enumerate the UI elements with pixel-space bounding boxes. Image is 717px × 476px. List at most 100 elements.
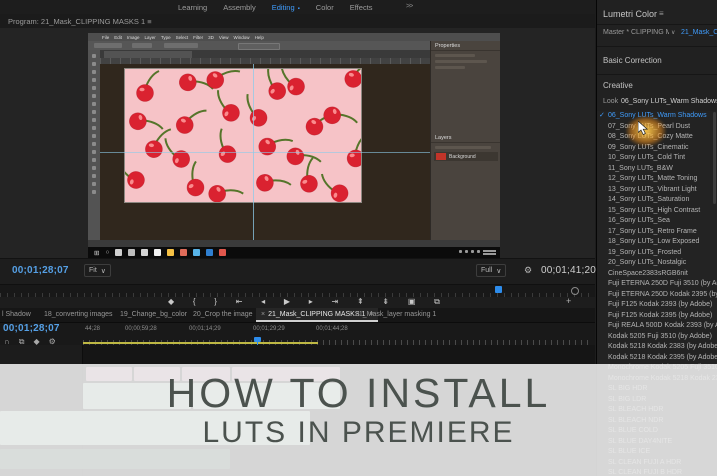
transport-button[interactable]: ◂ — [261, 296, 265, 308]
ps-menu-item: Filter — [193, 34, 204, 40]
section-creative[interactable]: Creative — [603, 81, 633, 90]
panel-menu-icon[interactable]: ≡ — [659, 9, 664, 18]
panel-menu-icon[interactable]: ≡ — [147, 17, 151, 26]
ps-menu-item: Type — [160, 34, 171, 40]
workspace-tab[interactable]: Editing ▪ — [272, 3, 300, 12]
lut-option[interactable]: ✓Kodak 5205 Fuji 3510 (by Adobe) — [597, 332, 717, 343]
timeline-tab[interactable]: ×20_Crop the image≡ — [193, 308, 253, 322]
transport-button[interactable]: ⇟ — [382, 296, 389, 308]
timeline-tab-label: 21_Mask_CLIPPING MASKS 1 — [268, 311, 366, 318]
section-basic-correction[interactable]: Basic Correction — [603, 56, 662, 65]
ps-guide-horizontal — [100, 152, 430, 153]
ps-document-tab-bar — [100, 50, 430, 58]
lut-option[interactable]: ✓Fuji REALA 500D Kodak 2393 (by Adobe) — [597, 321, 717, 332]
monitor-settings-icon[interactable]: ⚙ — [524, 265, 532, 276]
lut-option-label: Fuji ETERNA 250D Fuji 3510 (by Adobe) — [608, 280, 717, 287]
lut-option-label: Kodak 5218 Kodak 2395 (by Adobe) — [608, 353, 717, 361]
lut-option[interactable]: ✓17_Sony LUTs_Retro Frame — [597, 227, 717, 238]
zoom-level-dropdown[interactable]: Fit ∨ — [84, 264, 111, 277]
transport-button[interactable]: ⧉ — [434, 296, 440, 308]
lut-option[interactable]: ✓Fuji F125 Kodak 2395 (by Adobe) — [597, 311, 717, 322]
ps-layer-row: Background — [434, 152, 498, 161]
lut-option-label: 12_Sony LUTs_Matte Toning — [608, 175, 698, 182]
lut-option[interactable]: ✓19_Sony LUTs_Frosted — [597, 248, 717, 259]
ps-properties-panel: Properties — [430, 41, 500, 133]
lumetri-panel-title[interactable]: Lumetri Color — [603, 9, 657, 19]
scrubber-zoom-handle[interactable] — [571, 287, 579, 295]
lut-option[interactable]: ✓18_Sony LUTs_Low Exposed — [597, 237, 717, 248]
panel-badge-icon: ▪ — [297, 5, 300, 12]
lut-option[interactable]: ✓Kodak 5218 Kodak 2395 (by Adobe) — [597, 353, 717, 364]
lut-option[interactable]: ✓Fuji ETERNA 250D Fuji 3510 (by Adobe) — [597, 279, 717, 290]
ps-menu-item: Window — [233, 34, 250, 40]
button-editor-icon[interactable]: + — [566, 296, 571, 306]
ruler-timecode-label: 00;00;59;28 — [125, 326, 157, 332]
taskbar-app-icon — [115, 249, 123, 256]
lut-option[interactable]: ✓16_Sony LUTs_Sea — [597, 216, 717, 227]
timeline-tab[interactable]: ×18_converting images≡ — [44, 308, 113, 322]
lut-option[interactable]: ✓13_Sony LUTs_Vibrant Light — [597, 185, 717, 196]
lut-option-label: Kodak 5218 Kodak 2383 (by Adobe) — [608, 343, 717, 350]
ps-menu-item: 3D — [208, 34, 214, 40]
transport-button[interactable]: ▶ — [284, 296, 290, 308]
transport-controls: ◆ {} ⇤ ◂ ▶ ▸ ⇥ ⇞ ⇟ ▣ ⧉ — [168, 296, 440, 308]
workspace-tab-label: Editing — [271, 2, 295, 12]
transport-button[interactable]: ⇞ — [357, 296, 364, 308]
workspace-tab[interactable]: Color▪ — [316, 3, 334, 12]
lut-option[interactable]: ✓10_Sony LUTs_Cold Tint — [597, 153, 717, 164]
lumetri-clip-name[interactable]: 21_Mask_CLIPPING — [681, 29, 717, 36]
lut-option[interactable]: ✓Fuji F125 Kodak 2393 (by Adobe) — [597, 300, 717, 311]
timeline-tab[interactable]: ×l Shadow≡ — [2, 308, 31, 322]
transport-button[interactable]: ▸ — [309, 296, 313, 308]
lut-option-label: 14_Sony LUTs_Saturation — [608, 196, 690, 203]
timeline-timecode[interactable]: 00;01;28;07 — [3, 323, 60, 334]
program-monitor-tab[interactable]: Program: 21_Mask_CLIPPING MASKS 1 ≡ — [8, 17, 152, 26]
ps-menu-item: Layer — [144, 34, 156, 40]
lut-option[interactable]: ✓20_Sony LUTs_Nostalgic — [597, 258, 717, 269]
scrollbar-thumb[interactable] — [713, 112, 716, 204]
video-frame: File Edit Image Layer Type Select Filter 3D View… — [88, 33, 500, 258]
taskbar-app-icon — [180, 249, 188, 256]
ps-menu-item: File — [102, 34, 110, 40]
workspace-tab[interactable]: Learning▪ — [178, 3, 207, 12]
workspace-tab[interactable]: Assembly▪ — [223, 3, 256, 12]
transport-button[interactable]: } — [214, 296, 217, 308]
close-icon[interactable]: × — [261, 311, 265, 318]
lut-option-label: 15_Sony LUTs_High Contrast — [608, 206, 701, 214]
transport-button[interactable]: ◆ — [168, 296, 174, 308]
duration-timecode: 00;01;41;20 — [541, 265, 597, 276]
taskbar-app-icons — [115, 249, 227, 256]
lut-option-label: 16_Sony LUTs_Sea — [608, 217, 670, 224]
workspace-tabs: Learning▪ Assembly▪ Editing▪ Color▪ Effects▪ — [178, 0, 373, 14]
transport-button[interactable]: { — [193, 296, 196, 308]
program-monitor-tab-bar: Program: 21_Mask_CLIPPING MASKS 1 ≡ — [0, 14, 595, 29]
taskbar-app-icon — [206, 249, 214, 256]
banner-subtitle: LUTS IN PREMIERE — [202, 416, 515, 449]
ruler-timecode-label: 00;01;44;28 — [316, 326, 348, 332]
transport-button[interactable]: ⇥ — [332, 296, 339, 308]
transport-button[interactable]: ⇤ — [236, 296, 243, 308]
ps-layer-thumbnail — [436, 153, 446, 160]
work-area-bar[interactable] — [83, 342, 318, 344]
lut-option[interactable]: ✓Kodak 5218 Kodak 2383 (by Adobe) — [597, 342, 717, 353]
ps-document-tab — [104, 51, 192, 58]
workspace-tab[interactable]: Effects▪ — [350, 3, 373, 12]
program-monitor-tab-label: Program: 21_Mask_CLIPPING MASKS 1 — [8, 17, 146, 26]
lut-option[interactable]: ✓12_Sony LUTs_Matte Toning — [597, 174, 717, 185]
lut-option[interactable]: ✓CineSpace2383sRGB6nit — [597, 269, 717, 280]
search-icon: ○ — [105, 249, 110, 256]
transport-button[interactable]: ▣ — [408, 296, 416, 308]
lut-option[interactable]: ✓Fuji ETERNA 250D Kodak 2395 (by Adobe) — [597, 290, 717, 301]
lut-option[interactable]: ✓15_Sony LUTs_High Contrast — [597, 206, 717, 217]
lut-option[interactable]: ✓11_Sony LUTs_B&W — [597, 164, 717, 175]
chevron-down-icon[interactable]: ∨ — [671, 29, 675, 36]
playback-resolution-dropdown[interactable]: Full ∨ — [476, 264, 507, 277]
timeline-tab[interactable]: ×21_Mask_layer masking 1≡ — [355, 308, 436, 322]
look-dropdown[interactable]: Look 06_Sony LUTs_Warm Shadows — [597, 96, 717, 109]
lut-option[interactable]: ✓14_Sony LUTs_Saturation — [597, 195, 717, 206]
lumetri-master-selector[interactable]: Master * CLIPPING MASKS 2... — [603, 29, 669, 36]
monitor-playhead[interactable] — [495, 286, 502, 293]
workspace-overflow-icon[interactable]: >> — [406, 3, 413, 10]
timeline-tab[interactable]: ×19_Change_bg_color≡ — [120, 308, 187, 322]
playhead-timecode[interactable]: 00;01;28;07 — [12, 265, 69, 276]
